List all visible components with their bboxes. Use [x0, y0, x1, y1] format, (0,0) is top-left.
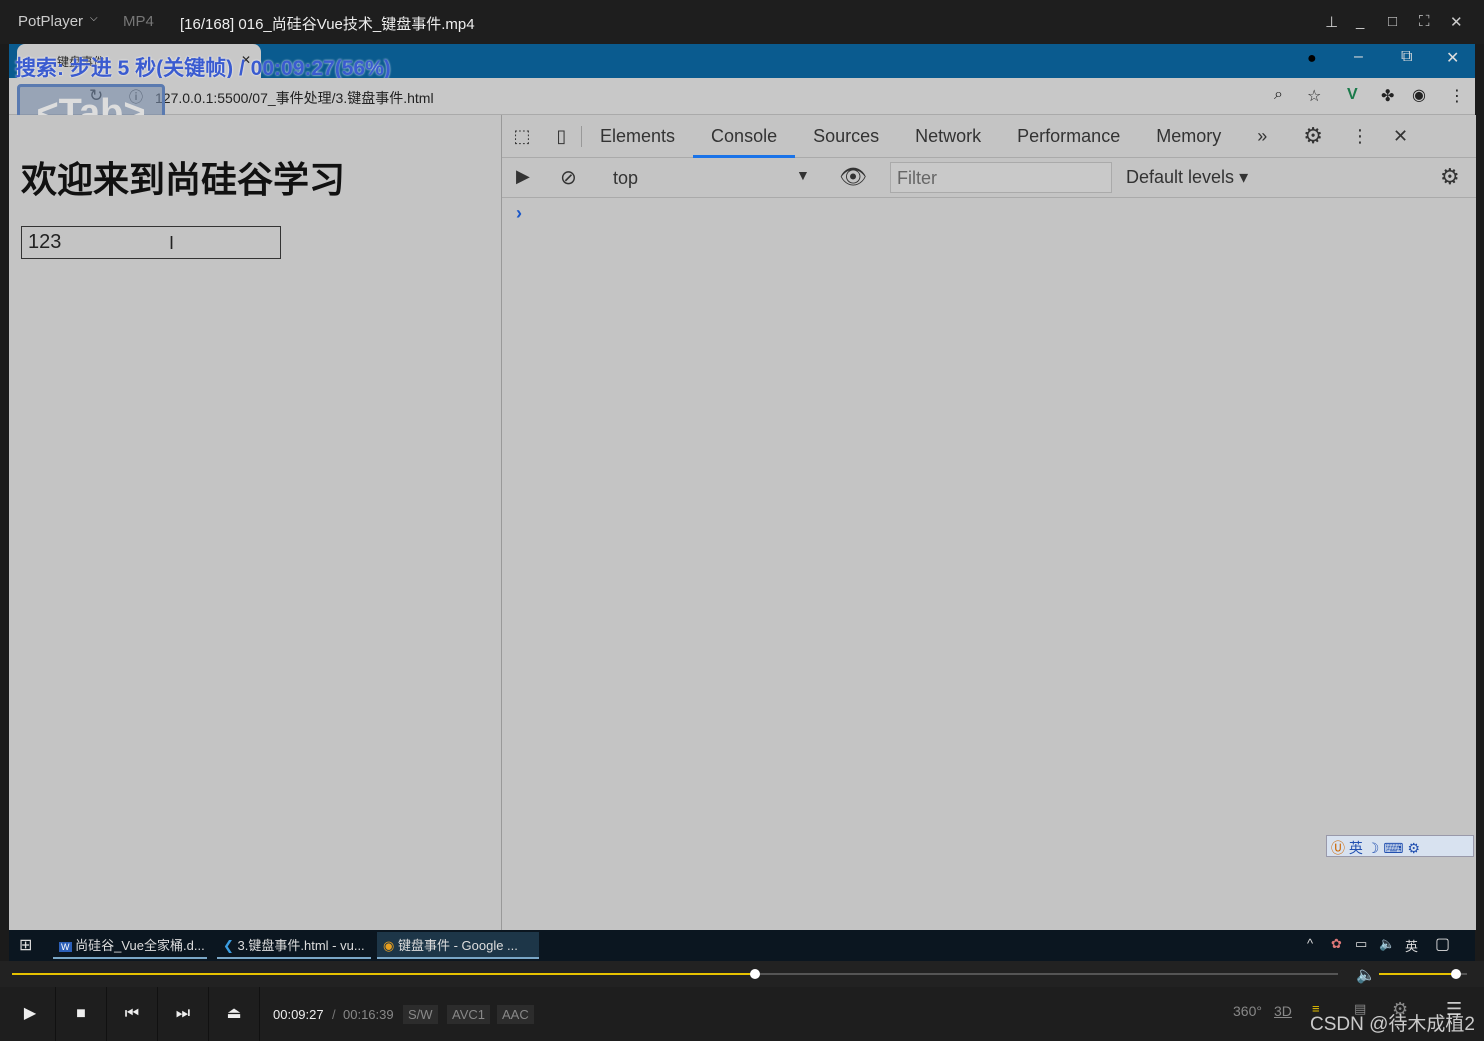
taskbar-item-vscode[interactable]: ❮ 3.键盘事件.html - vu... [217, 932, 371, 959]
badge-renderer[interactable]: S/W [403, 1005, 438, 1024]
previous-button[interactable]: ⏮ [107, 987, 158, 1041]
ime-toolbar[interactable]: Ⓤ 英 ☽ ⌨ ⚙ [1326, 835, 1474, 857]
pin-icon[interactable]: ⊥ [1325, 13, 1338, 31]
tab-memory[interactable]: Memory [1138, 115, 1239, 158]
close-devtools-icon[interactable]: ✕ [1379, 126, 1422, 147]
log-levels-select[interactable]: Default levels ▾ [1126, 167, 1248, 188]
console-prompt[interactable]: › [516, 203, 522, 224]
devtools-tabs: ⬚ ▯ Elements Console Sources Network Per… [502, 115, 1476, 158]
device-toggle-icon[interactable]: ▯ [542, 125, 582, 147]
player-titlebar: PotPlayer ⌵ MP4 [16/168] 016_尚硅谷Vue技术_键盘… [0, 0, 1484, 44]
taskbar-label: 尚硅谷_Vue全家桶.d... [75, 938, 205, 953]
vue-devtools-icon[interactable]: V [1347, 86, 1358, 104]
page-heading: 欢迎来到尚硅谷学习 [21, 159, 346, 200]
badge-video-codec[interactable]: AVC1 [447, 1005, 490, 1024]
windows-start-icon[interactable]: ⊞ [19, 935, 32, 955]
tab-sources[interactable]: Sources [795, 115, 897, 158]
win-restore-icon[interactable]: ⧉ [1401, 48, 1412, 66]
tab-elements[interactable]: Elements [582, 115, 693, 158]
vr-360-button[interactable]: 360° [1233, 1003, 1262, 1019]
win-close-icon[interactable]: ✕ [1446, 48, 1459, 68]
tab-console[interactable]: Console [693, 115, 796, 158]
tab-performance[interactable]: Performance [999, 115, 1138, 158]
url-input[interactable]: 127.0.0.1:5500/07_事件处理/3.键盘事件.html [155, 88, 434, 108]
console-toolbar: ▶︎ ⊘ top ▼ 👁 Filter Default levels ▾ ⚙ [502, 158, 1476, 198]
potplayer-menu[interactable]: PotPlayer [18, 13, 83, 30]
win-minimize-icon[interactable]: – [1354, 48, 1363, 66]
windows-taskbar: ⊞ W 尚硅谷_Vue全家桶.d... ❮ 3.键盘事件.html - vu..… [9, 930, 1475, 961]
chrome-icon: ◉ [383, 938, 395, 953]
badge-audio-codec[interactable]: AAC [497, 1005, 534, 1024]
clear-console-icon[interactable]: ⊘ [560, 165, 577, 190]
settings-icon[interactable]: ⚙ [1285, 123, 1341, 149]
time-separator: / [332, 1007, 336, 1022]
format-label: MP4 [123, 13, 154, 30]
ime-indicator[interactable]: 英 [1405, 936, 1418, 955]
menu-icon[interactable]: ⋮ [1449, 86, 1465, 106]
play-button[interactable]: ▶ [5, 987, 56, 1041]
profile-icon[interactable]: ◉ [1412, 85, 1426, 105]
taskbar-label: 3.键盘事件.html - vu... [237, 938, 365, 953]
battery-icon[interactable]: ▭ [1355, 936, 1367, 952]
ime-logo-icon: Ⓤ [1331, 840, 1345, 856]
chevron-down-icon[interactable]: ▼ [796, 167, 810, 183]
word-icon: W [59, 942, 72, 952]
fullscreen-icon[interactable]: ⛶ [1419, 13, 1430, 30]
address-bar: ↻ ⓘ 127.0.0.1:5500/07_事件处理/3.键盘事件.html ⌕… [9, 78, 1475, 146]
kebab-menu-icon[interactable]: ⋮ [1341, 126, 1379, 147]
seek-handle[interactable] [749, 969, 760, 979]
chevron-down-icon[interactable]: ⌵ [90, 13, 98, 24]
seek-bar[interactable] [12, 973, 1338, 975]
vscode-icon: ❮ [223, 938, 234, 953]
taskbar-label: 键盘事件 - Google ... [397, 938, 518, 953]
star-icon[interactable]: ☆ [1307, 86, 1321, 106]
context-select[interactable]: top [613, 168, 638, 189]
minimize-icon[interactable]: _ [1356, 13, 1364, 30]
ime-lang: 英 [1348, 840, 1363, 856]
eye-icon[interactable]: 👁 [839, 164, 867, 190]
close-icon[interactable]: ✕ [1450, 13, 1463, 31]
profile-dot-icon[interactable]: ● [1307, 50, 1317, 68]
volume-tray-icon[interactable]: 🔈 [1379, 936, 1395, 952]
more-tabs-icon[interactable]: » [1239, 126, 1285, 147]
next-button[interactable]: ⏭ [158, 987, 209, 1041]
current-time: 00:09:27 [273, 1007, 324, 1022]
volume-handle[interactable] [1451, 969, 1462, 979]
tray-chevron-icon[interactable]: ^ [1307, 936, 1313, 951]
filter-input[interactable]: Filter [890, 162, 1112, 193]
tab-network[interactable]: Network [897, 115, 999, 158]
text-input[interactable]: 123 [21, 226, 281, 259]
taskbar-item-chrome[interactable]: ◉ 键盘事件 - Google ... [377, 932, 539, 959]
devtools-panel: ⬚ ▯ Elements Console Sources Network Per… [501, 115, 1476, 930]
total-time: 00:16:39 [343, 1007, 394, 1022]
log-levels-label: Default levels [1126, 167, 1235, 187]
eject-button[interactable]: ⏏ [209, 987, 260, 1041]
browser-tabstrip: 键盘事件 ✕ 搜索: 步进 5 秒(关键帧) / 00:09:27(56%) ● … [9, 44, 1475, 80]
tray-app-icon[interactable]: ✿ [1331, 936, 1342, 952]
console-settings-icon[interactable]: ⚙ [1440, 164, 1460, 190]
text-cursor-icon: I [169, 233, 175, 253]
mute-icon[interactable]: 🔈 [1356, 965, 1376, 985]
3d-button[interactable]: 3D [1274, 1003, 1292, 1019]
maximize-icon[interactable]: □ [1388, 13, 1397, 30]
inspect-icon[interactable]: ⬚ [502, 126, 542, 147]
player-controls: ▶ ■ ⏮ ⏭ ⏏ 00:09:27 / 00:16:39 S/W AVC1 A… [0, 987, 1484, 1041]
stop-button[interactable]: ■ [56, 987, 107, 1041]
seek-area: 🔈 [0, 961, 1484, 987]
zoom-icon[interactable]: ⌕ [1274, 86, 1283, 104]
sidebar-toggle-icon[interactable]: ▶︎ [516, 166, 530, 187]
watermark: CSDN @待木成植2 [1310, 1014, 1475, 1035]
extensions-icon[interactable]: ✤ [1381, 86, 1394, 106]
taskbar-item-word[interactable]: W 尚硅谷_Vue全家桶.d... [53, 932, 207, 959]
notification-icon[interactable]: ▢ [1435, 934, 1450, 954]
video-title: [16/168] 016_尚硅谷Vue技术_键盘事件.mp4 [180, 16, 475, 33]
web-page: 欢迎来到尚硅谷学习 123 I [9, 115, 501, 930]
